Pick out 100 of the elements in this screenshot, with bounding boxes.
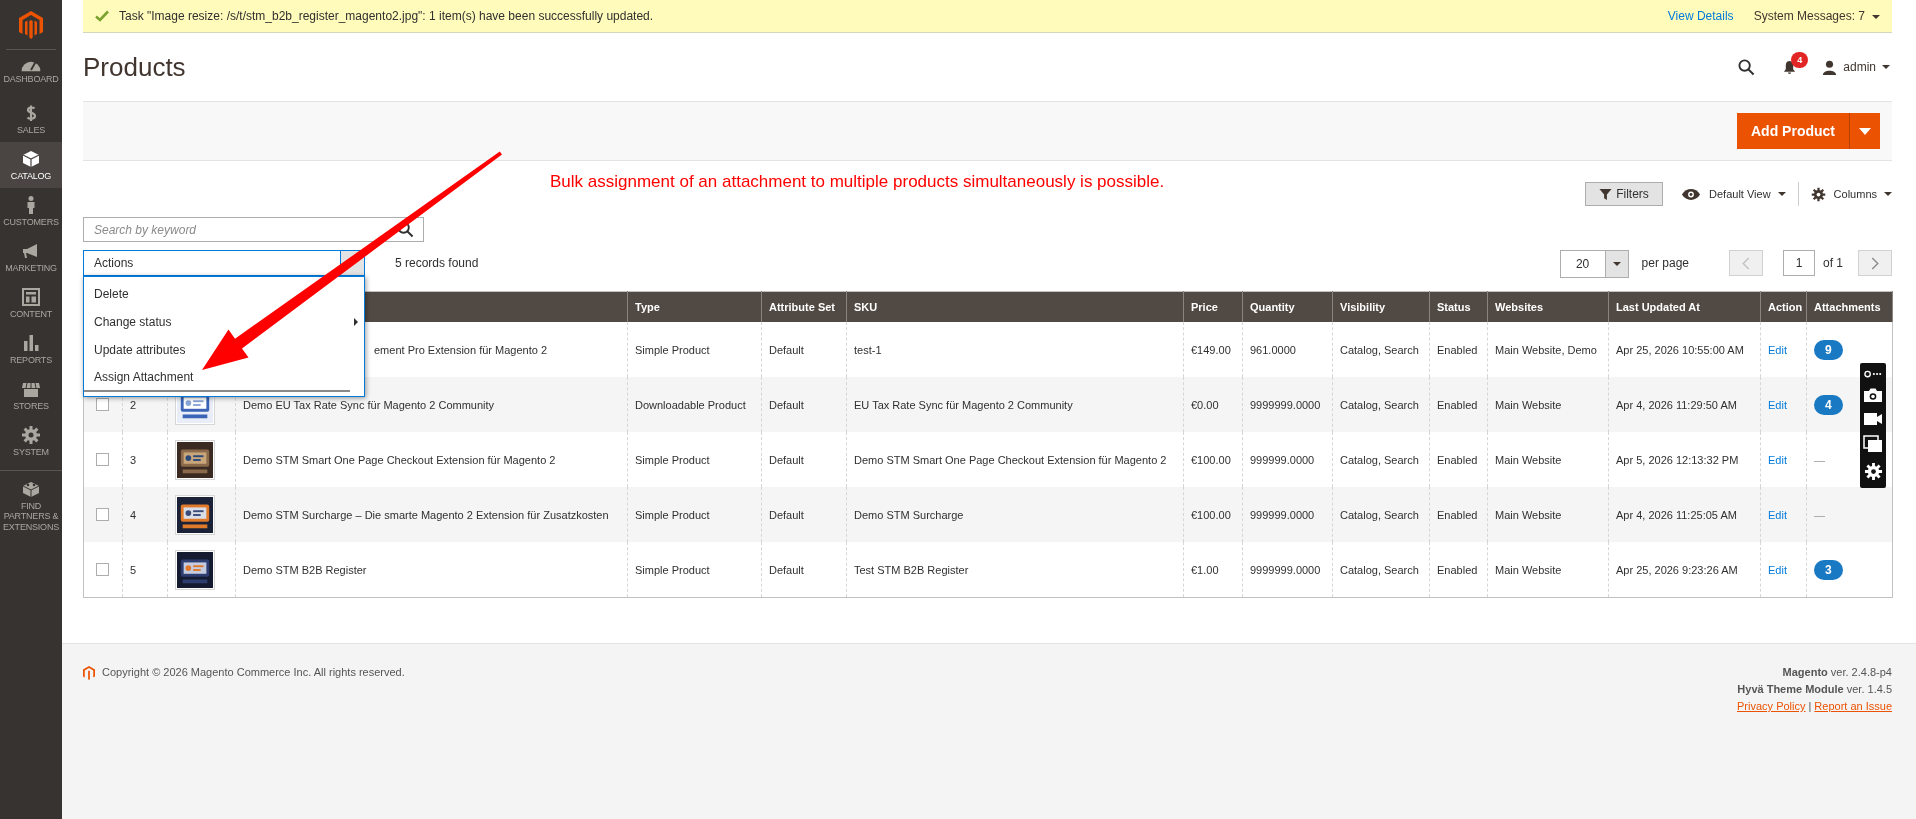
attachment-count[interactable]: 9 <box>1814 339 1843 360</box>
table-cell: Simple Product <box>635 453 710 466</box>
table-cell: Simple Product <box>635 508 710 521</box>
search-icon[interactable] <box>1738 58 1756 76</box>
table-cell: Enabled <box>1437 508 1478 521</box>
table-cell: Demo EU Tax Rate Sync für Magento 2 Community <box>243 398 495 411</box>
filters-button[interactable]: Filters <box>1585 182 1664 206</box>
search-field[interactable]: Search by keyword <box>83 217 424 242</box>
table-cell: Main Website <box>1495 563 1562 576</box>
user-icon <box>1822 59 1838 75</box>
table-cell: Apr 5, 2026 12:13:32 PM <box>1616 453 1739 466</box>
table-cell: Enabled <box>1437 343 1478 356</box>
sidebar-item[interactable]: SALES <box>0 96 62 142</box>
table-cell: Test STM B2B Register <box>854 563 969 576</box>
sidebar-item[interactable]: CUSTOMERS <box>0 188 62 234</box>
table-cell: Simple Product <box>635 343 710 356</box>
blocks-icon <box>21 479 41 499</box>
gear-icon <box>1810 186 1826 202</box>
version-text: Hyvä Theme Module ver. 1.4.5 <box>1737 683 1892 695</box>
page-number-field[interactable]: 1 <box>1783 250 1815 276</box>
column-header[interactable]: Status <box>1429 291 1488 322</box>
sidebar-item[interactable]: REPORTS <box>0 326 62 372</box>
table-cell: Catalog, Search <box>1340 563 1419 576</box>
sidebar-item[interactable]: SYSTEM <box>0 418 62 464</box>
logo-icon <box>83 666 95 680</box>
menu-item[interactable]: Update attributes <box>84 336 364 364</box>
table-cell: €149.00 <box>1191 343 1231 356</box>
column-header[interactable]: Price <box>1183 291 1243 322</box>
view-dropdown[interactable]: Default View <box>1681 187 1786 201</box>
layout-icon <box>21 286 41 307</box>
table-cell: 9999999.0000 <box>1250 398 1321 411</box>
box-icon <box>21 148 41 169</box>
add-product-button[interactable]: Add Product <box>1737 113 1849 149</box>
table-cell: test-1 <box>854 343 882 356</box>
menu-item[interactable]: Change status <box>84 308 364 336</box>
system-messages-dropdown[interactable]: System Messages: 7 <box>1753 9 1880 23</box>
sidebar-item[interactable]: DASHBOARD <box>0 50 62 96</box>
edit-link[interactable]: Edit <box>1768 343 1787 356</box>
table-cell: €100.00 <box>1191 453 1231 466</box>
column-header[interactable]: Quantity <box>1242 291 1333 322</box>
table-cell: 999999.0000 <box>1250 453 1315 466</box>
table-cell: Catalog, Search <box>1340 343 1419 356</box>
table-cell: Simple Product <box>635 563 710 576</box>
table-cell: Downloadable Product <box>635 398 746 411</box>
row-checkbox[interactable] <box>96 453 109 466</box>
menu-item[interactable]: Delete <box>84 280 364 308</box>
bar-chart-icon <box>21 332 41 353</box>
table-cell: Default <box>769 343 804 356</box>
row-checkbox[interactable] <box>96 398 109 411</box>
video-camera-icon[interactable] <box>1863 412 1883 426</box>
table-cell: ement Pro Extension für Magento 2 <box>374 343 548 356</box>
chevron-right-icon <box>1871 256 1879 270</box>
table-cell: Default <box>769 398 804 411</box>
logo-icon[interactable] <box>19 10 43 39</box>
view-details-link[interactable]: View Details <box>1667 9 1734 23</box>
row-checkbox[interactable] <box>96 508 109 521</box>
link-icon[interactable] <box>1864 370 1882 379</box>
table-cell: Enabled <box>1437 453 1478 466</box>
annotation-text: Bulk assignment of an attachment to multiple products simultaneously is possible. <box>550 172 1165 192</box>
table-cell: Catalog, Search <box>1340 453 1419 466</box>
column-header[interactable]: Websites <box>1487 291 1609 322</box>
per-page-select[interactable]: 20 <box>1559 250 1629 278</box>
sidebar-item[interactable]: MARKETING <box>0 234 62 280</box>
table-cell: 4 <box>130 508 137 521</box>
edit-link[interactable]: Edit <box>1768 563 1787 576</box>
user-menu[interactable]: admin <box>1822 59 1890 75</box>
eye-icon <box>1681 187 1702 201</box>
column-header[interactable]: SKU <box>846 291 1184 322</box>
version-text: Magento ver. 2.4.8-p4 <box>1782 666 1892 678</box>
attachment-count[interactable]: 4 <box>1814 394 1843 415</box>
copy-icon[interactable] <box>1863 434 1883 453</box>
table-cell: Enabled <box>1437 563 1478 576</box>
attachment-count[interactable]: 3 <box>1814 559 1843 580</box>
edit-link[interactable]: Edit <box>1768 398 1787 411</box>
column-header[interactable]: Action <box>1760 291 1807 322</box>
settings-icon[interactable] <box>1863 461 1883 481</box>
actions-dropdown[interactable]: Actions <box>83 250 340 276</box>
bell-icon[interactable] <box>1783 59 1797 75</box>
table-cell: — <box>1814 508 1825 521</box>
column-header[interactable]: Attribute Set <box>761 291 847 322</box>
checkmark-icon <box>95 10 109 22</box>
sidebar-item[interactable]: CATALOG <box>0 142 62 188</box>
sidebar-item[interactable]: FIND PARTNERS & EXTENSIONS <box>0 470 62 541</box>
columns-dropdown[interactable]: Columns <box>1810 186 1892 202</box>
edit-link[interactable]: Edit <box>1768 508 1787 521</box>
add-product-toggle[interactable] <box>1849 113 1880 149</box>
camera-icon[interactable] <box>1863 387 1883 404</box>
row-checkbox[interactable] <box>96 563 109 576</box>
per-page-label: per page <box>1641 256 1689 270</box>
table-cell: Default <box>769 563 804 576</box>
edit-link[interactable]: Edit <box>1768 453 1787 466</box>
column-header[interactable]: Attachments <box>1806 291 1893 322</box>
sidebar-item[interactable]: CONTENT <box>0 280 62 326</box>
gauge-icon <box>21 61 41 73</box>
column-header[interactable]: Visibility <box>1332 291 1430 322</box>
notification-count: 4 <box>1791 51 1809 68</box>
table-cell: 999999.0000 <box>1250 508 1315 521</box>
column-header[interactable]: Last Updated At <box>1608 291 1761 322</box>
sidebar-item[interactable]: STORES <box>0 372 62 418</box>
column-header[interactable]: Type <box>627 291 762 322</box>
